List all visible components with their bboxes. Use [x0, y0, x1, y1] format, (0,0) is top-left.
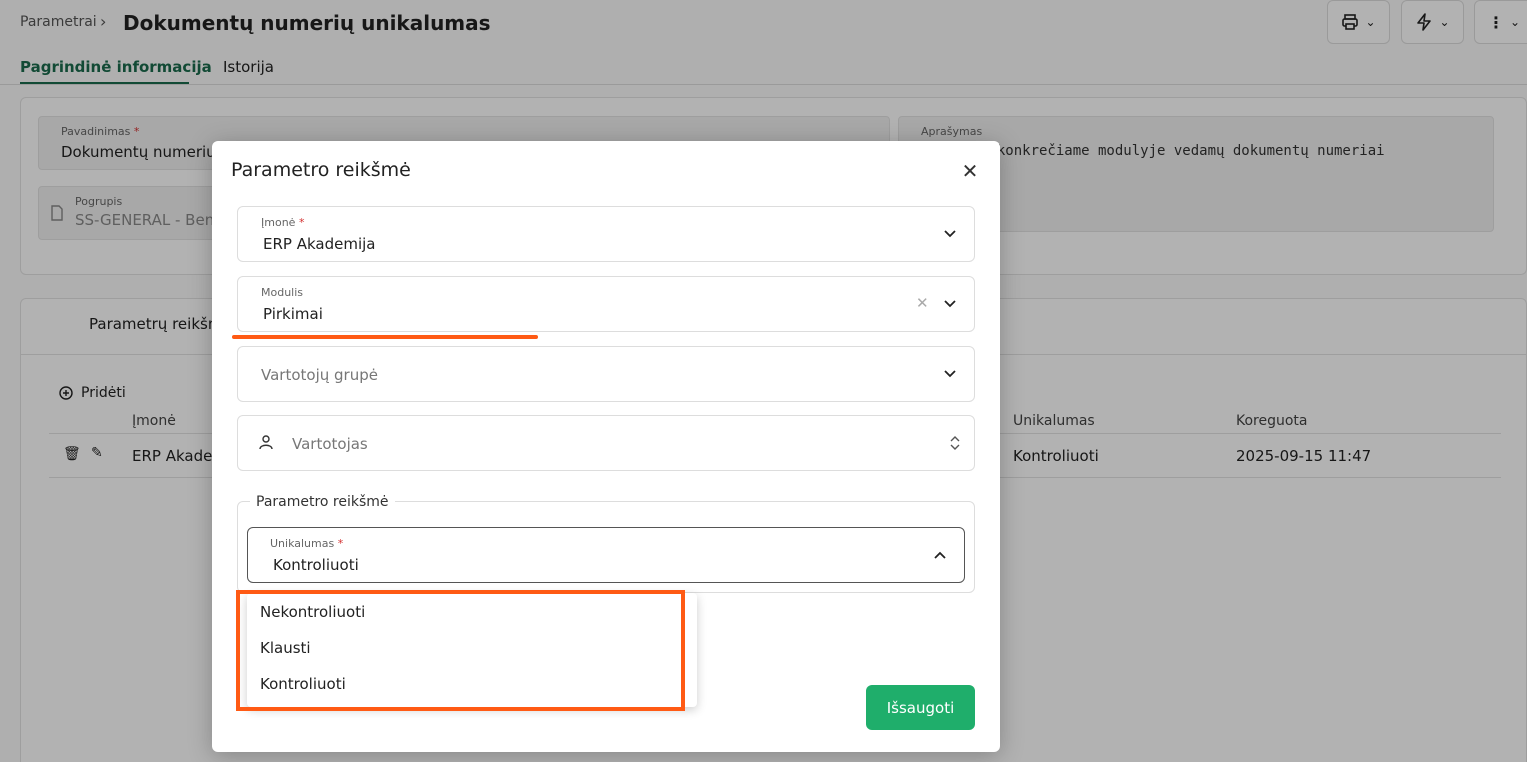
uniqueness-select[interactable]: Unikalumas * Kontroliuoti	[247, 527, 965, 583]
highlight-underline	[232, 335, 538, 339]
module-value: Pirkimai	[263, 305, 323, 323]
chevron-down-icon[interactable]	[944, 300, 956, 308]
chevron-up-icon[interactable]	[934, 551, 946, 559]
required-mark: *	[337, 537, 344, 550]
user-icon	[259, 435, 273, 450]
module-select[interactable]: Modulis Pirkimai ✕	[237, 276, 975, 332]
chevron-up-down-icon[interactable]	[950, 435, 960, 451]
company-select[interactable]: Įmonė * ERP Akademija	[237, 206, 975, 262]
chevron-down-icon[interactable]	[944, 370, 956, 378]
chevron-down-icon[interactable]	[944, 230, 956, 238]
user-group-select[interactable]: Vartotojų grupė	[237, 346, 975, 402]
user-group-placeholder: Vartotojų grupė	[261, 366, 378, 384]
close-icon[interactable]: ✕	[960, 161, 980, 181]
module-label: Modulis	[261, 286, 304, 299]
clear-icon[interactable]: ✕	[916, 294, 929, 312]
user-select[interactable]: Vartotojas	[237, 415, 975, 471]
highlight-box	[236, 590, 685, 711]
save-button[interactable]: Išsaugoti	[866, 685, 975, 730]
company-label: Įmonė	[261, 216, 296, 229]
dialog-title: Parametro reikšmė	[231, 159, 411, 181]
uniqueness-label: Unikalumas	[270, 537, 335, 550]
required-mark: *	[298, 216, 305, 229]
uniqueness-value: Kontroliuoti	[273, 556, 359, 574]
company-value: ERP Akademija	[263, 235, 376, 253]
parameter-value-legend: Parametro reikšmė	[250, 494, 395, 510]
user-placeholder: Vartotojas	[292, 435, 368, 453]
